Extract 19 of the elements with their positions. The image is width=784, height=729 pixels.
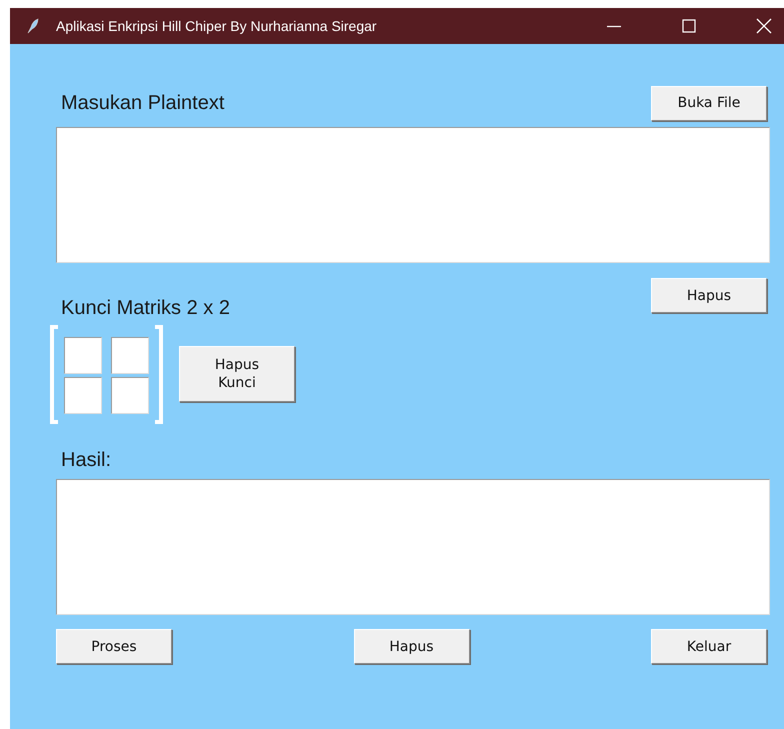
action-button[interactable]: Hapus xyxy=(354,629,470,664)
clear-button[interactable]: Hapus xyxy=(651,278,767,313)
action-button[interactable]: Proses xyxy=(56,629,172,664)
result-label: Hasil: xyxy=(61,448,112,472)
plaintext-field[interactable] xyxy=(56,127,770,263)
maximize-icon[interactable] xyxy=(681,18,697,34)
action-button[interactable]: Keluar xyxy=(651,629,767,664)
matrix-cell-field[interactable] xyxy=(111,377,149,414)
plaintext-label: Masukan Plaintext xyxy=(61,92,224,114)
window-title: Aplikasi Enkripsi Hill Chiper By Nurharianna Siregar xyxy=(56,18,378,34)
feather-icon xyxy=(26,18,40,34)
clear-key-button[interactable]: Hapus Kunci xyxy=(179,346,295,402)
matrix-cell-field[interactable] xyxy=(64,337,102,374)
open-file-button[interactable]: Buka File xyxy=(651,86,767,120)
key-label: Kunci Matriks 2 x 2 xyxy=(61,297,230,320)
matrix-cell-field[interactable] xyxy=(111,337,149,374)
result-field[interactable] xyxy=(56,479,770,615)
matrix-cell-field[interactable] xyxy=(64,377,102,414)
close-icon[interactable] xyxy=(756,18,772,34)
